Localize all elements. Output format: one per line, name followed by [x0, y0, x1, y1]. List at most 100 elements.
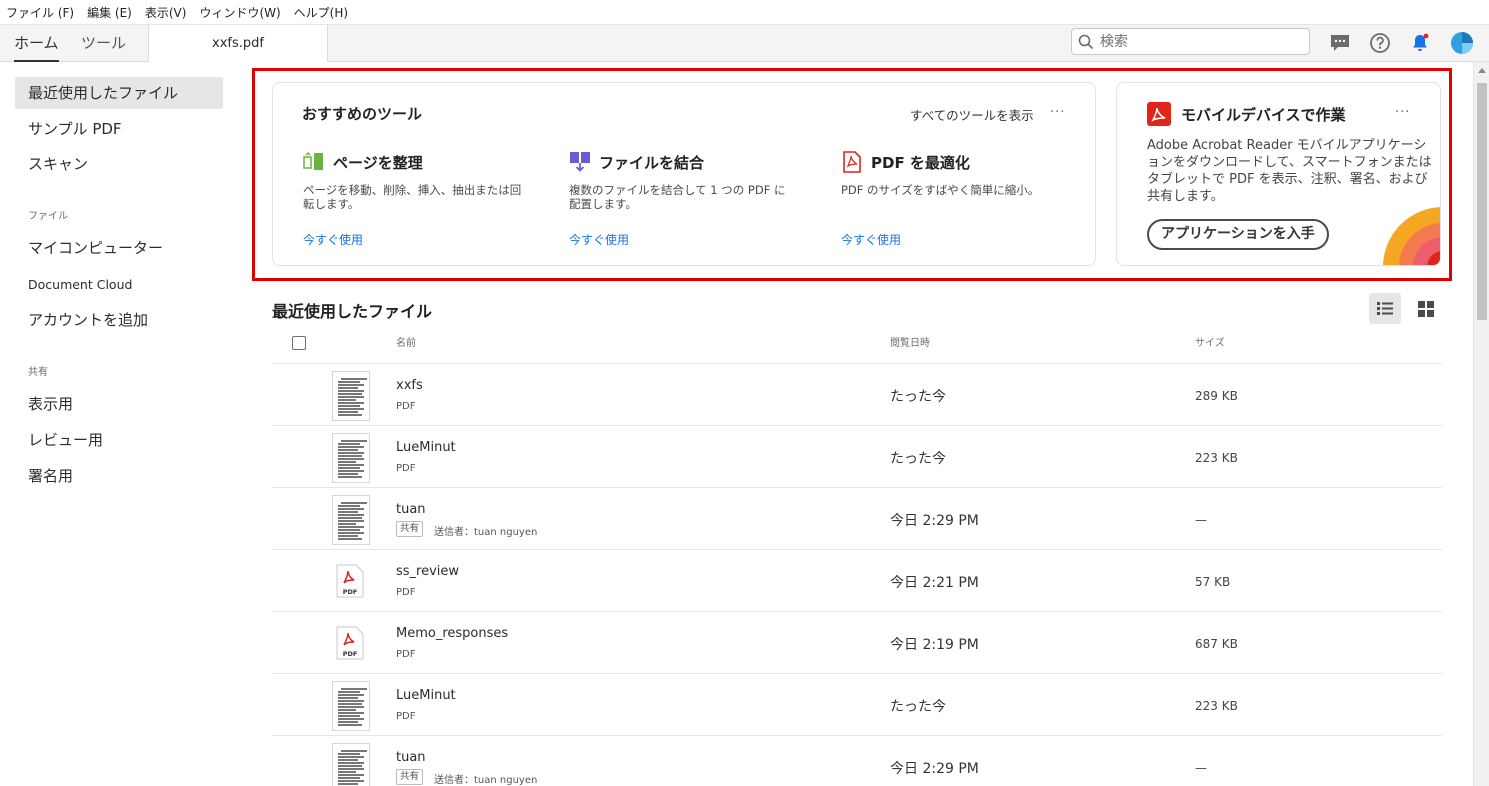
- sidebar-item-document-cloud[interactable]: Document Cloud: [15, 269, 223, 301]
- help-icon[interactable]: [1369, 32, 1391, 54]
- table-row[interactable]: LueMinut PDF たった今 223 KB: [272, 674, 1442, 736]
- thumbnail-text-line: [338, 461, 356, 463]
- file-name[interactable]: xxfs: [396, 378, 423, 393]
- thumbnail-text-line: [338, 706, 364, 708]
- tool-optimize-pdf-name: PDF を最適化: [871, 154, 970, 172]
- file-name[interactable]: tuan: [396, 750, 426, 765]
- file-size: 57 KB: [1195, 575, 1231, 589]
- thumbnail-text-line: [338, 523, 356, 525]
- file-size: 223 KB: [1195, 699, 1238, 713]
- file-type: PDF: [396, 401, 416, 412]
- tab-tools[interactable]: ツール: [81, 25, 126, 62]
- sidebar-item-for-view[interactable]: 表示用: [15, 388, 223, 420]
- thumbnail-text-line: [338, 514, 364, 516]
- file-opened-date: たった今: [890, 699, 946, 715]
- thumbnail-text-line: [338, 408, 364, 410]
- list-view-button[interactable]: [1369, 293, 1401, 324]
- menu-edit[interactable]: 編集 (E): [87, 4, 132, 21]
- thumbnail-text-line: [338, 538, 362, 540]
- table-row[interactable]: tuan 共有 送信者：tuan nguyen 今日 2:29 PM —: [272, 736, 1442, 786]
- file-name[interactable]: LueMinut: [396, 440, 456, 455]
- sidebar-item-for-review[interactable]: レビュー用: [15, 424, 223, 456]
- table-row[interactable]: xxfs PDF たった今 289 KB: [272, 364, 1442, 426]
- grid-view-button[interactable]: [1410, 293, 1442, 324]
- tool-organize-pages-link[interactable]: 今すぐ使用: [303, 231, 363, 248]
- search-input[interactable]: [1100, 32, 1300, 52]
- sidebar-item-scan[interactable]: スキャン: [15, 148, 223, 180]
- thumbnail-text-line: [338, 464, 364, 466]
- bell-icon[interactable]: [1409, 32, 1431, 54]
- get-app-button[interactable]: アプリケーションを入手: [1147, 219, 1329, 250]
- thumbnail-text-line: [338, 526, 364, 528]
- thumbnail-text-line: [338, 712, 364, 714]
- sender-label: 送信者：tuan nguyen: [434, 527, 538, 538]
- chat-icon[interactable]: [1329, 32, 1351, 54]
- file-size: 289 KB: [1195, 389, 1238, 403]
- table-row[interactable]: PDF ss_review PDF 今日 2:21 PM 57 KB: [272, 550, 1442, 612]
- file-opened-date: 今日 2:21 PM: [890, 575, 979, 591]
- sidebar-section-files: ファイル: [28, 211, 68, 222]
- table-row[interactable]: LueMinut PDF たった今 223 KB: [272, 426, 1442, 488]
- search-icon: [1078, 34, 1094, 50]
- column-header-opened[interactable]: 閲覧日時: [890, 334, 930, 349]
- sidebar-item-sample-pdf[interactable]: サンプル PDF: [15, 113, 223, 145]
- tab-document[interactable]: xxfs.pdf: [148, 25, 328, 62]
- tab-home[interactable]: ホーム: [14, 25, 59, 62]
- document-thumbnail: [332, 495, 370, 545]
- scrollbar-thumb[interactable]: [1477, 83, 1487, 320]
- table-row[interactable]: tuan 共有 送信者：tuan nguyen 今日 2:29 PM —: [272, 488, 1442, 550]
- thumbnail-text-line: [338, 455, 362, 457]
- tab-bar: ホーム ツール xxfs.pdf: [0, 25, 1489, 62]
- search-box[interactable]: [1071, 28, 1310, 55]
- tool-combine-files-link[interactable]: 今すぐ使用: [569, 231, 629, 248]
- sidebar-section-shared: 共有: [28, 367, 48, 378]
- thumbnail-text-line: [338, 452, 364, 454]
- file-type: PDF: [396, 711, 416, 722]
- select-all-checkbox[interactable]: [292, 336, 306, 350]
- menu-file[interactable]: ファイル (F): [6, 4, 74, 21]
- file-name[interactable]: Memo_responses: [396, 626, 508, 641]
- show-all-tools-link[interactable]: すべてのツールを表示: [910, 105, 1034, 124]
- thumbnail-text-line: [338, 753, 360, 755]
- menu-window[interactable]: ウィンドウ(W): [199, 4, 280, 21]
- file-opened-date: 今日 2:29 PM: [890, 761, 979, 777]
- thumbnail-text-line: [338, 517, 362, 519]
- scroll-up-arrow[interactable]: [1478, 68, 1486, 73]
- menu-help[interactable]: ヘルプ(H): [294, 4, 348, 21]
- mobile-more-icon[interactable]: ···: [1395, 105, 1410, 120]
- optimize-pdf-icon: [843, 151, 861, 173]
- column-header-name[interactable]: 名前: [396, 334, 416, 349]
- svg-text:PDF: PDF: [343, 650, 358, 658]
- tool-optimize-pdf-link[interactable]: 今すぐ使用: [841, 231, 901, 248]
- thumbnail-text-line: [338, 709, 356, 711]
- table-row[interactable]: PDF Memo_responses PDF 今日 2:19 PM 687 KB: [272, 612, 1442, 674]
- thumbnail-text-line: [338, 393, 362, 395]
- thumbnail-text-line: [338, 700, 364, 702]
- organize-pages-icon: [303, 152, 323, 170]
- tool-organize-pages-name: ページを整理: [333, 154, 423, 172]
- sidebar-item-add-account[interactable]: アカウントを追加: [15, 304, 223, 336]
- column-header-size[interactable]: サイズ: [1195, 334, 1225, 349]
- tool-organize-pages-desc: ページを移動、削除、挿入、抽出または回転します。: [303, 183, 522, 211]
- thumbnail-text-line: [338, 691, 360, 693]
- thumbnail-text-line: [338, 390, 364, 392]
- file-opened-date: たった今: [890, 451, 946, 467]
- thumbnail-text-line: [338, 402, 364, 404]
- file-name[interactable]: LueMinut: [396, 688, 456, 703]
- scrollbar[interactable]: [1473, 62, 1489, 786]
- menu-bar: ファイル (F) 編集 (E) 表示(V) ウィンドウ(W) ヘルプ(H): [0, 0, 1489, 25]
- avatar[interactable]: [1450, 31, 1474, 55]
- pdf-file-icon: PDF: [336, 564, 364, 598]
- sidebar-item-recent[interactable]: 最近使用したファイル: [15, 77, 223, 109]
- thumbnail-text-line: [338, 771, 356, 773]
- file-opened-date: たった今: [890, 389, 946, 405]
- thumbnail-text-line: [338, 476, 362, 478]
- sidebar-item-for-signature[interactable]: 署名用: [15, 460, 223, 492]
- file-name[interactable]: ss_review: [396, 564, 459, 579]
- file-name[interactable]: tuan: [396, 502, 426, 517]
- tools-more-icon[interactable]: ···: [1050, 105, 1065, 120]
- mobile-decoration-art: [1383, 207, 1440, 265]
- thumbnail-text-line: [338, 387, 358, 389]
- sidebar-item-my-computer[interactable]: マイコンピューター: [15, 232, 223, 264]
- menu-view[interactable]: 表示(V): [145, 4, 187, 21]
